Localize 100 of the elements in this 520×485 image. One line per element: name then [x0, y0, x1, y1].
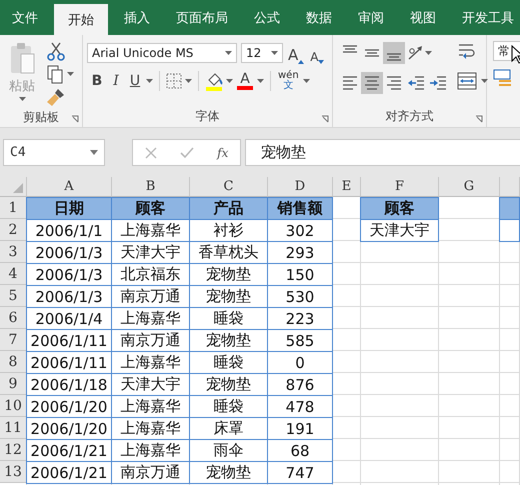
table-cell: 2006/1/18: [26, 373, 112, 396]
table-cell: 南京万通: [111, 285, 190, 308]
copy-icon[interactable]: [46, 64, 64, 84]
group-label: 对齐方式: [384, 108, 434, 124]
table-cell: 宠物垫: [189, 373, 268, 396]
table-cell: 天津大宇: [111, 373, 190, 396]
caret-icon: [67, 72, 74, 76]
table-cell: 150: [267, 263, 333, 286]
ribbon-tab[interactable]: 数据: [296, 0, 342, 35]
row-header[interactable]: 3: [0, 241, 27, 263]
row-header[interactable]: 8: [0, 351, 27, 373]
font-name-field[interactable]: Arial Unicode MS: [87, 43, 237, 63]
middle-align-icon: [364, 49, 380, 57]
table-cell: 2006/1/4: [26, 307, 112, 330]
table-cell: 天津大宇: [360, 219, 439, 242]
table-cell: 747: [267, 461, 333, 484]
dialog-launcher-icon[interactable]: [71, 115, 79, 123]
caret-icon: [302, 78, 310, 84]
caret-icon: [185, 78, 192, 84]
row-header[interactable]: 7: [0, 329, 27, 351]
table-cell: 478: [267, 395, 333, 418]
column-header[interactable]: A: [27, 177, 112, 197]
phonetic-guide-button[interactable]: wén 文: [277, 70, 300, 92]
caret-icon: [271, 50, 278, 56]
conditional-format-icon[interactable]: [493, 69, 513, 87]
group-label: 剪贴板: [22, 108, 60, 126]
caret-icon: [146, 78, 153, 84]
insert-function-button[interactable]: fx: [217, 146, 228, 160]
bottom-align-icon: [386, 53, 402, 61]
caret-icon: [18, 97, 26, 102]
table-cell: 2006/1/1: [26, 219, 112, 242]
enter-check-icon[interactable]: [180, 146, 194, 158]
column-header[interactable]: D: [268, 177, 333, 197]
ribbon-tab[interactable]: 视图: [400, 0, 446, 35]
column-header[interactable]: F: [361, 177, 439, 197]
table-cell: 2006/1/11: [26, 329, 112, 352]
ribbon-tab[interactable]: 公式: [244, 0, 290, 35]
bold-button[interactable]: B: [89, 70, 105, 92]
caret-icon: [257, 78, 264, 84]
row-header[interactable]: 13: [0, 461, 27, 483]
table-cell: 宠物垫: [189, 461, 268, 484]
caret-icon: [226, 78, 233, 84]
caret-icon: [425, 50, 432, 56]
column-header[interactable]: C: [190, 177, 268, 197]
row-header[interactable]: 5: [0, 285, 27, 307]
table-cell: 585: [267, 329, 333, 352]
bottom-align-button[interactable]: [383, 42, 405, 64]
ribbon-tab[interactable]: 开发工具: [452, 0, 520, 35]
table-cell: 2006/1/21: [26, 461, 112, 484]
fill-color-icon[interactable]: [205, 71, 223, 91]
caret-icon[interactable]: [90, 150, 98, 155]
row-header[interactable]: 9: [0, 373, 27, 395]
ribbon-tab[interactable]: 文件: [2, 0, 48, 35]
name-box[interactable]: C4: [3, 139, 105, 166]
row-header[interactable]: 10: [0, 395, 27, 417]
ribbon-tab[interactable]: 插入: [114, 0, 160, 35]
row-header[interactable]: 11: [0, 417, 27, 439]
table-cell: 223: [267, 307, 333, 330]
header-cell: 顾客: [360, 197, 439, 220]
ribbon-tab[interactable]: 审阅: [348, 0, 394, 35]
font-color-button[interactable]: A: [236, 70, 254, 92]
formula-field[interactable]: 宠物垫: [245, 139, 520, 166]
top-align-icon: [342, 45, 358, 53]
format-painter-icon[interactable]: [46, 87, 66, 107]
grow-font-button[interactable]: A: [287, 42, 306, 64]
table-cell: 南京万通: [111, 329, 190, 352]
column-header[interactable]: E: [333, 177, 361, 197]
shrink-font-button[interactable]: A: [309, 42, 326, 64]
table-cell: 2006/1/21: [26, 439, 112, 462]
header-cell: 销售额: [267, 197, 333, 220]
row-header[interactable]: 1: [0, 197, 27, 219]
column-header[interactable]: B: [112, 177, 190, 197]
table-cell: 2006/1/3: [26, 263, 112, 286]
row-header[interactable]: 4: [0, 263, 27, 285]
cut-icon[interactable]: [46, 41, 66, 61]
ribbon-tab[interactable]: 页面布局: [166, 0, 238, 35]
row-header[interactable]: 2: [0, 219, 27, 241]
down-caret-icon: [318, 60, 324, 64]
up-caret-icon: [298, 60, 304, 64]
row-header[interactable]: 12: [0, 439, 27, 461]
italic-button[interactable]: I: [108, 70, 124, 92]
table-cell: 0: [267, 351, 333, 374]
align-center-button[interactable]: [361, 72, 383, 94]
dialog-launcher-icon[interactable]: [321, 115, 329, 123]
group-label: 字体: [194, 108, 220, 124]
borders-icon[interactable]: [166, 73, 182, 89]
table-cell: 2006/1/20: [26, 395, 112, 418]
merge-center-icon[interactable]: [457, 71, 477, 91]
underline-button[interactable]: U: [127, 70, 143, 92]
ribbon-tab[interactable]: 开始: [54, 4, 108, 35]
row-header[interactable]: 6: [0, 307, 27, 329]
table-cell: 天津大宇: [111, 241, 190, 264]
header-cell: 日期: [26, 197, 112, 220]
table-cell: 876: [267, 373, 333, 396]
caret-icon: [225, 50, 232, 56]
column-header[interactable]: G: [439, 177, 500, 197]
font-size-field[interactable]: 12: [241, 43, 283, 63]
dialog-launcher-icon[interactable]: [475, 115, 483, 123]
header-cell: [499, 197, 520, 220]
table-cell: 68: [267, 439, 333, 462]
